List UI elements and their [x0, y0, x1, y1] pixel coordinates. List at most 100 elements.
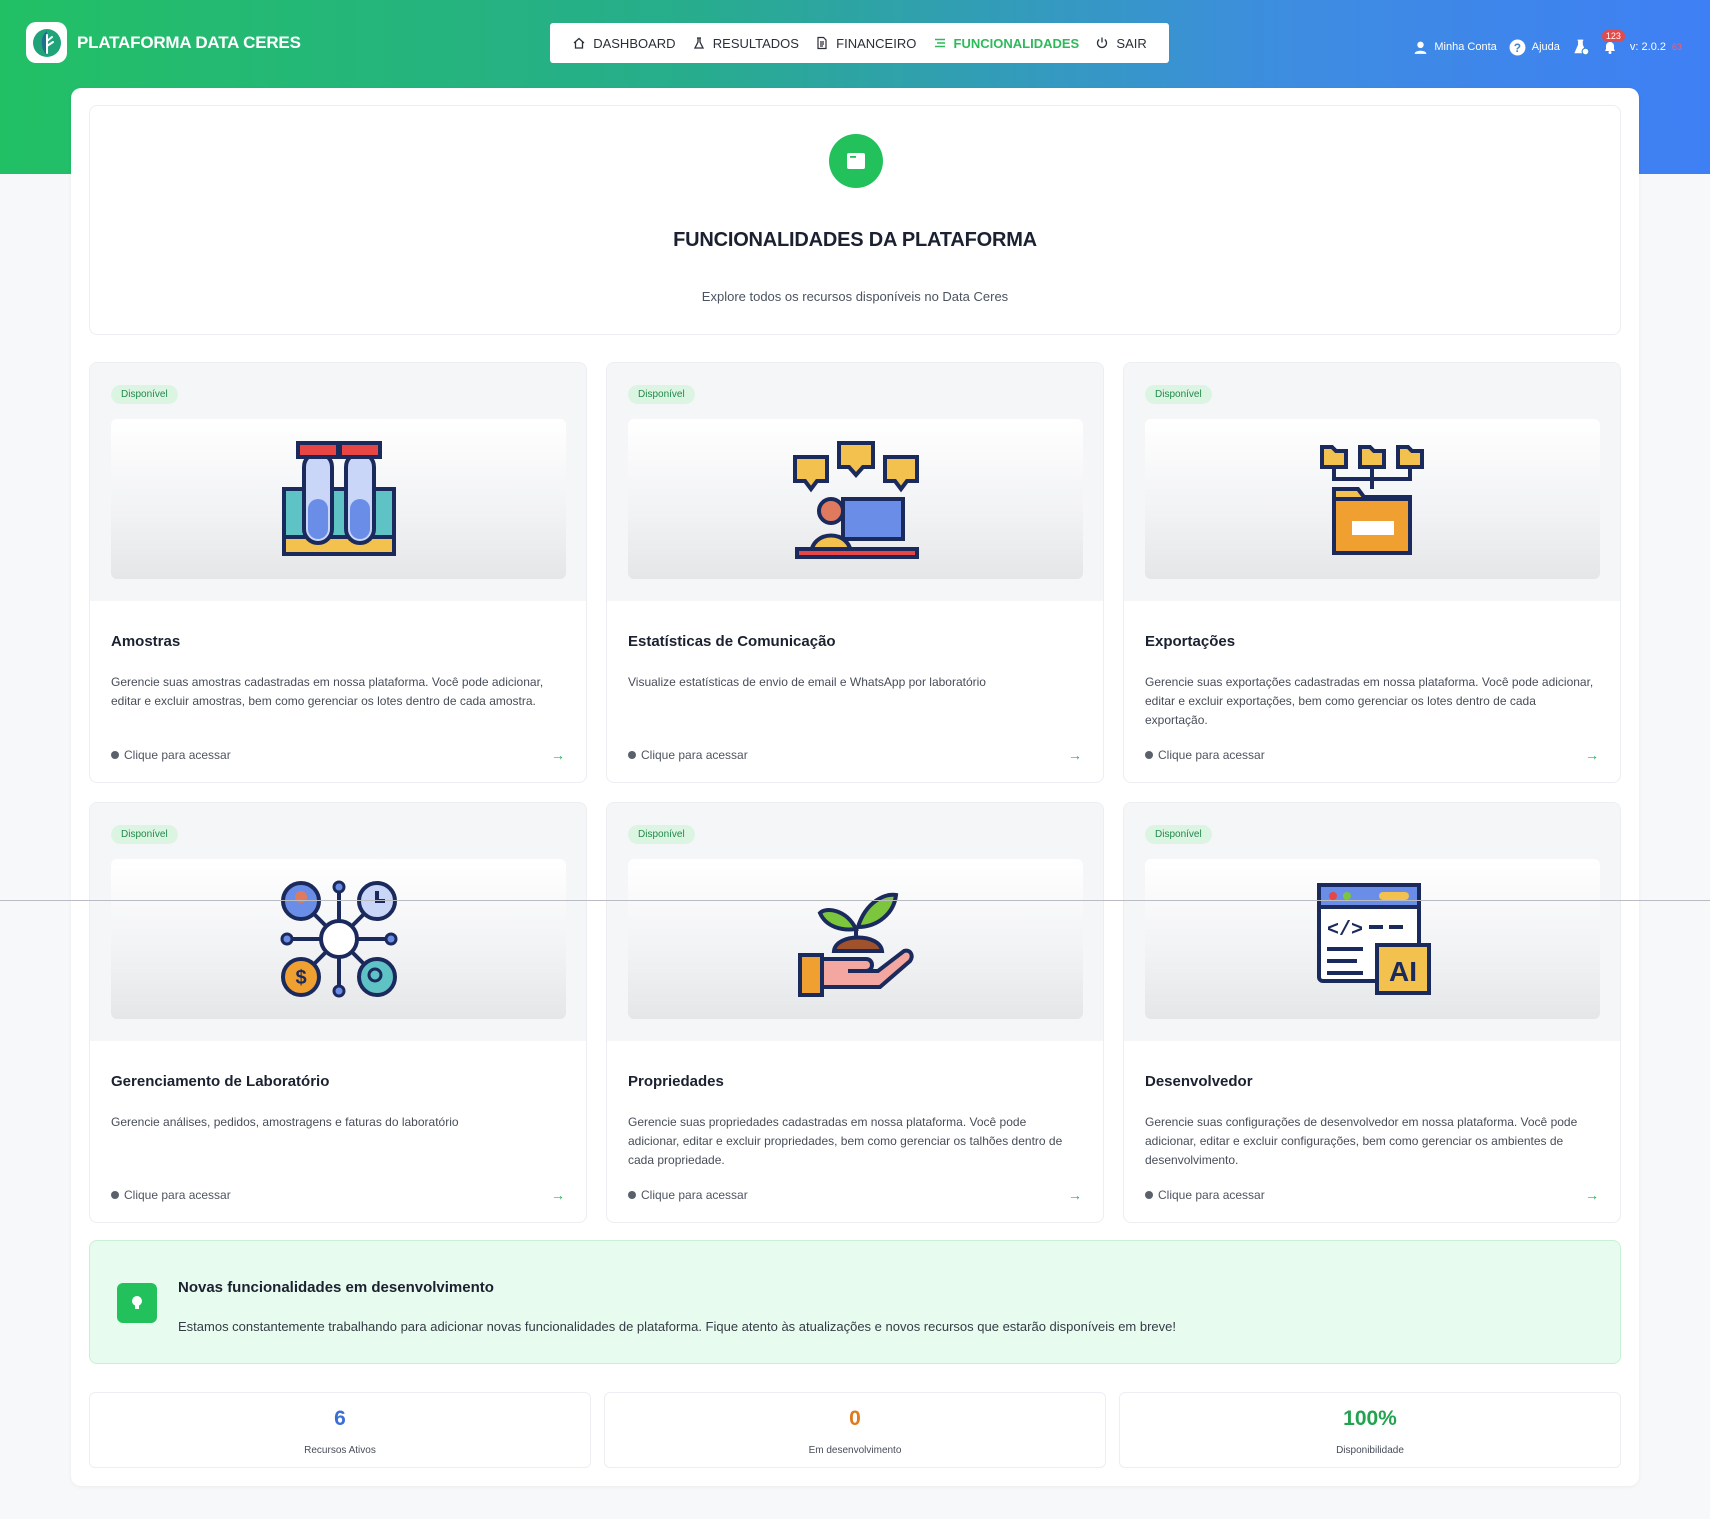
feature-card-laboratorio[interactable]: Disponível $ Gerenciamento de Laboratóri… — [89, 802, 587, 1223]
nav-dashboard[interactable]: DASHBOARD — [572, 36, 676, 51]
communication-icon — [792, 440, 919, 559]
list-icon — [934, 38, 945, 48]
top-right-actions: Minha Conta ? Ajuda 123 v: 2.0.2 63 — [1413, 30, 1682, 56]
info-dot-icon — [628, 1191, 636, 1199]
stat-value: 100% — [1343, 1407, 1397, 1430]
svg-text:?: ? — [1514, 41, 1521, 54]
main-nav: DASHBOARD RESULTADOS FINANCEIRO FUNCIONA… — [550, 23, 1169, 63]
card-footer: Clique para acessar → — [1145, 747, 1599, 763]
svg-text:AI: AI — [1389, 956, 1417, 987]
status-badge: Disponível — [1145, 825, 1212, 844]
stat-label: Em desenvolvimento — [808, 1445, 902, 1456]
notice-title: Novas funcionalidades em desenvolvimento — [178, 1279, 494, 1296]
info-dot-icon — [1145, 1191, 1153, 1199]
account-link[interactable]: Minha Conta — [1413, 40, 1497, 55]
stat-recursos-ativos: 6 Recursos Ativos — [89, 1392, 591, 1468]
user-icon — [1414, 41, 1427, 54]
card-description: Gerencie análises, pedidos, amostragens … — [111, 1115, 459, 1129]
status-badge: Disponível — [628, 385, 695, 404]
card-illustration — [111, 419, 566, 579]
card-footer: Clique para acessar → — [1145, 1187, 1599, 1203]
svg-text:$: $ — [295, 967, 306, 989]
arrow-right-icon[interactable]: → — [551, 1187, 565, 1203]
card-title: Propriedades — [628, 1073, 724, 1090]
info-dot-icon — [1145, 751, 1153, 759]
notification-count-badge: 123 — [1601, 30, 1625, 42]
brand[interactable]: PLATAFORMA DATA CERES — [26, 22, 301, 63]
feature-card-amostras[interactable]: Disponível Amostras Gerencie suas amostr… — [89, 362, 587, 783]
nav-resultados[interactable]: RESULTADOS — [692, 36, 799, 51]
lightbulb-icon — [117, 1283, 157, 1323]
lab-settings-button[interactable] — [1572, 38, 1590, 56]
status-badge: Disponível — [628, 825, 695, 844]
nav-funcionalidades[interactable]: FUNCIONALIDADES — [933, 36, 1079, 51]
feature-card-exportacoes[interactable]: Disponível Exportações Gerencie suas exp… — [1123, 362, 1621, 783]
card-illustration: </> AI — [1145, 859, 1600, 1019]
plant-hand-icon — [797, 892, 914, 997]
nav-financeiro[interactable]: FINANCEIRO — [815, 36, 916, 51]
card-illustration — [628, 859, 1083, 1019]
card-title: Estatísticas de Comunicação — [628, 633, 836, 650]
nav-sair[interactable]: SAIR — [1095, 36, 1147, 51]
feature-card-propriedades[interactable]: Disponível Propriedades Gerencie suas pr… — [606, 802, 1104, 1223]
document-icon — [817, 36, 827, 50]
divider-line — [0, 900, 1710, 901]
card-title: Exportações — [1145, 633, 1236, 650]
home-icon — [573, 37, 585, 49]
feature-card-estatisticas[interactable]: Disponível Estatísticas de Comunicação V… — [606, 362, 1104, 783]
page-subtitle: Explore todos os recursos disponíveis no… — [701, 289, 1009, 304]
card-title: Desenvolvedor — [1145, 1073, 1253, 1090]
stat-label: Disponibilidade — [1336, 1445, 1404, 1456]
leaf-logo-icon — [26, 22, 67, 63]
power-icon — [1097, 37, 1108, 49]
page-title: FUNCIONALIDADES DA PLATAFORMA — [673, 229, 1037, 251]
card-footer: Clique para acessar → — [111, 1187, 565, 1203]
stat-label: Recursos Ativos — [304, 1445, 376, 1456]
card-description: Gerencie suas amostras cadastradas em no… — [111, 675, 544, 708]
feature-card-desenvolvedor[interactable]: Disponível </> AI Desenvolvedor Gerencie… — [1123, 802, 1621, 1223]
stat-disponibilidade: 100% Disponibilidade — [1119, 1392, 1621, 1468]
notice-text: Estamos constantemente trabalhando para … — [178, 1319, 1176, 1334]
card-illustration — [1145, 419, 1600, 579]
arrow-right-icon[interactable]: → — [1068, 747, 1082, 763]
page-header-card: FUNCIONALIDADES DA PLATAFORMA Explore to… — [89, 105, 1621, 335]
card-title: Amostras — [111, 633, 181, 650]
code-ai-icon: </> AI — [1316, 883, 1431, 995]
development-notice: Novas funcionalidades em desenvolvimento… — [89, 1240, 1621, 1364]
arrow-right-icon[interactable]: → — [1068, 1187, 1082, 1203]
card-footer: Clique para acessar → — [111, 747, 565, 763]
info-dot-icon — [111, 1191, 119, 1199]
version-tag: 63 — [1671, 42, 1682, 52]
card-description: Gerencie suas configurações de desenvolv… — [1145, 1115, 1578, 1167]
status-badge: Disponível — [111, 385, 178, 404]
card-description: Gerencie suas propriedades cadastradas e… — [628, 1115, 1063, 1167]
flask-icon — [693, 37, 704, 49]
network-hub-icon: $ — [280, 880, 397, 998]
card-title: Gerenciamento de Laboratório — [111, 1073, 330, 1090]
help-link[interactable]: ? Ajuda — [1509, 39, 1560, 56]
stat-em-desenvolvimento: 0 Em desenvolvimento — [604, 1392, 1106, 1468]
folder-tree-icon — [1319, 445, 1424, 555]
arrow-right-icon[interactable]: → — [1585, 747, 1599, 763]
stat-value: 6 — [334, 1407, 346, 1430]
card-illustration: $ — [111, 859, 566, 1019]
help-icon: ? — [1509, 39, 1526, 55]
arrow-right-icon[interactable]: → — [1585, 1187, 1599, 1203]
info-dot-icon — [628, 751, 636, 759]
card-footer: Clique para acessar → — [628, 1187, 1082, 1203]
card-illustration — [628, 419, 1083, 579]
arrow-right-icon[interactable]: → — [551, 747, 565, 763]
brand-name: PLATAFORMA DATA CERES — [77, 32, 301, 52]
test-tubes-icon — [281, 441, 396, 556]
card-description: Visualize estatísticas de envio de email… — [628, 675, 986, 689]
status-badge: Disponível — [111, 825, 178, 844]
status-badge: Disponível — [1145, 385, 1212, 404]
card-description: Gerencie suas exportações cadastradas em… — [1145, 675, 1594, 727]
version-info: v: 2.0.2 63 — [1629, 41, 1682, 53]
info-dot-icon — [111, 751, 119, 759]
svg-text:</>: </> — [1327, 919, 1363, 942]
notifications-button[interactable]: 123 — [1601, 30, 1625, 55]
card-footer: Clique para acessar → — [628, 747, 1082, 763]
flask-gear-icon — [1574, 39, 1590, 56]
window-icon — [829, 134, 883, 188]
